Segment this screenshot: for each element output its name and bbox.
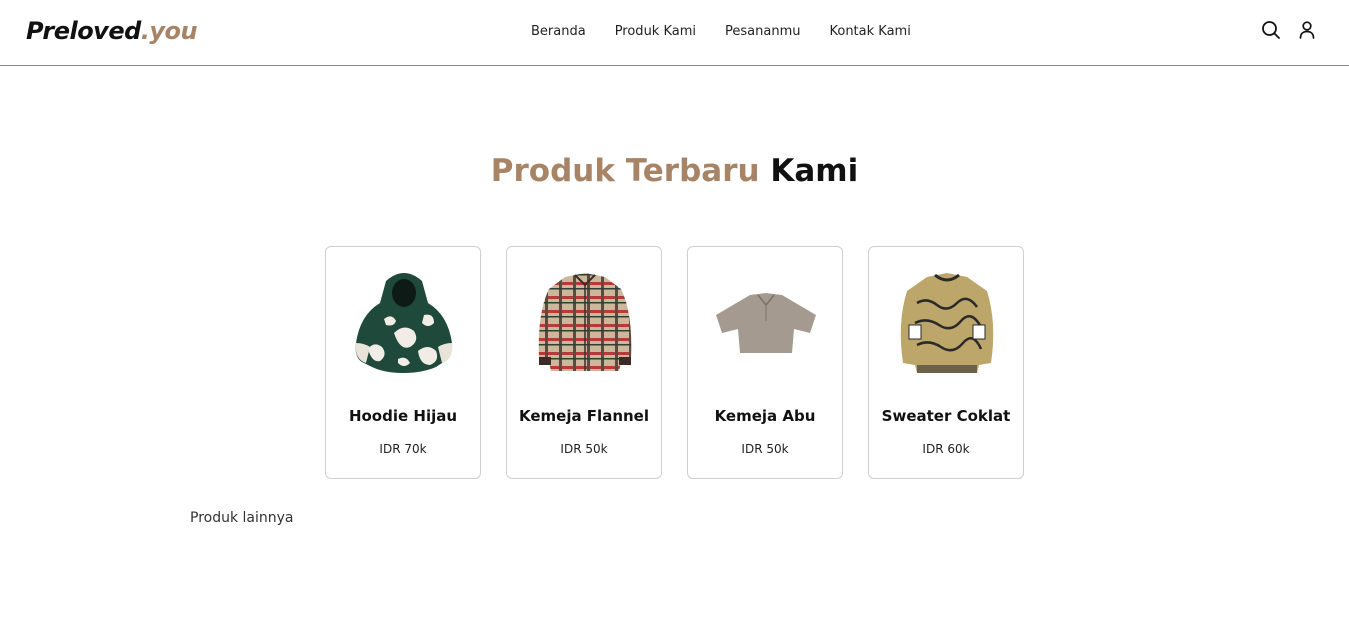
product-card[interactable]: Kemeja Flannel IDR 50k — [506, 246, 662, 479]
section-title: Produk Terbaru Kami — [0, 150, 1349, 192]
product-name: Kemeja Flannel — [518, 407, 649, 425]
product-card[interactable]: Kemeja Abu IDR 50k — [687, 246, 843, 479]
green-hoodie-image — [355, 273, 453, 373]
product-card[interactable]: Hoodie Hijau IDR 70k — [325, 246, 481, 479]
section-title-dark: Kami — [770, 153, 859, 189]
brand-logo[interactable]: Preloved.you — [26, 14, 198, 48]
product-price: IDR 50k — [560, 442, 608, 456]
brand-suffix: .you — [140, 17, 198, 45]
grey-shirt-image — [716, 293, 816, 353]
nav-item-beranda[interactable]: Beranda — [531, 22, 586, 42]
nav-item-pesananmu[interactable]: Pesananmu — [725, 22, 800, 42]
section-title-accent: Produk Terbaru — [490, 153, 760, 189]
product-list: Hoodie Hijau IDR 70k Kemeja Flannel IDR … — [325, 246, 1049, 479]
product-name: Sweater Coklat — [881, 407, 1011, 425]
flannel-shirt-image — [538, 273, 632, 371]
nav-item-kontak-kami[interactable]: Kontak Kami — [829, 22, 910, 42]
brand-name: Preloved — [26, 17, 141, 45]
navbar: Preloved.you Beranda Produk Kami Pesanan… — [0, 0, 1349, 66]
search-icon[interactable] — [1261, 20, 1281, 40]
brown-sweater-image — [900, 273, 994, 373]
product-price: IDR 60k — [922, 442, 970, 456]
product-price: IDR 70k — [379, 442, 427, 456]
product-card[interactable]: Sweater Coklat IDR 60k — [868, 246, 1024, 479]
product-price: IDR 50k — [741, 442, 789, 456]
user-icon[interactable] — [1297, 20, 1317, 40]
product-name: Kemeja Abu — [714, 407, 816, 425]
nav-icons — [1245, 20, 1317, 40]
nav-links: Beranda Produk Kami Pesananmu Kontak Kam… — [531, 22, 940, 42]
more-products-link[interactable]: Produk lainnya — [190, 510, 294, 526]
product-name: Hoodie Hijau — [348, 407, 458, 425]
nav-item-produk-kami[interactable]: Produk Kami — [615, 22, 696, 42]
